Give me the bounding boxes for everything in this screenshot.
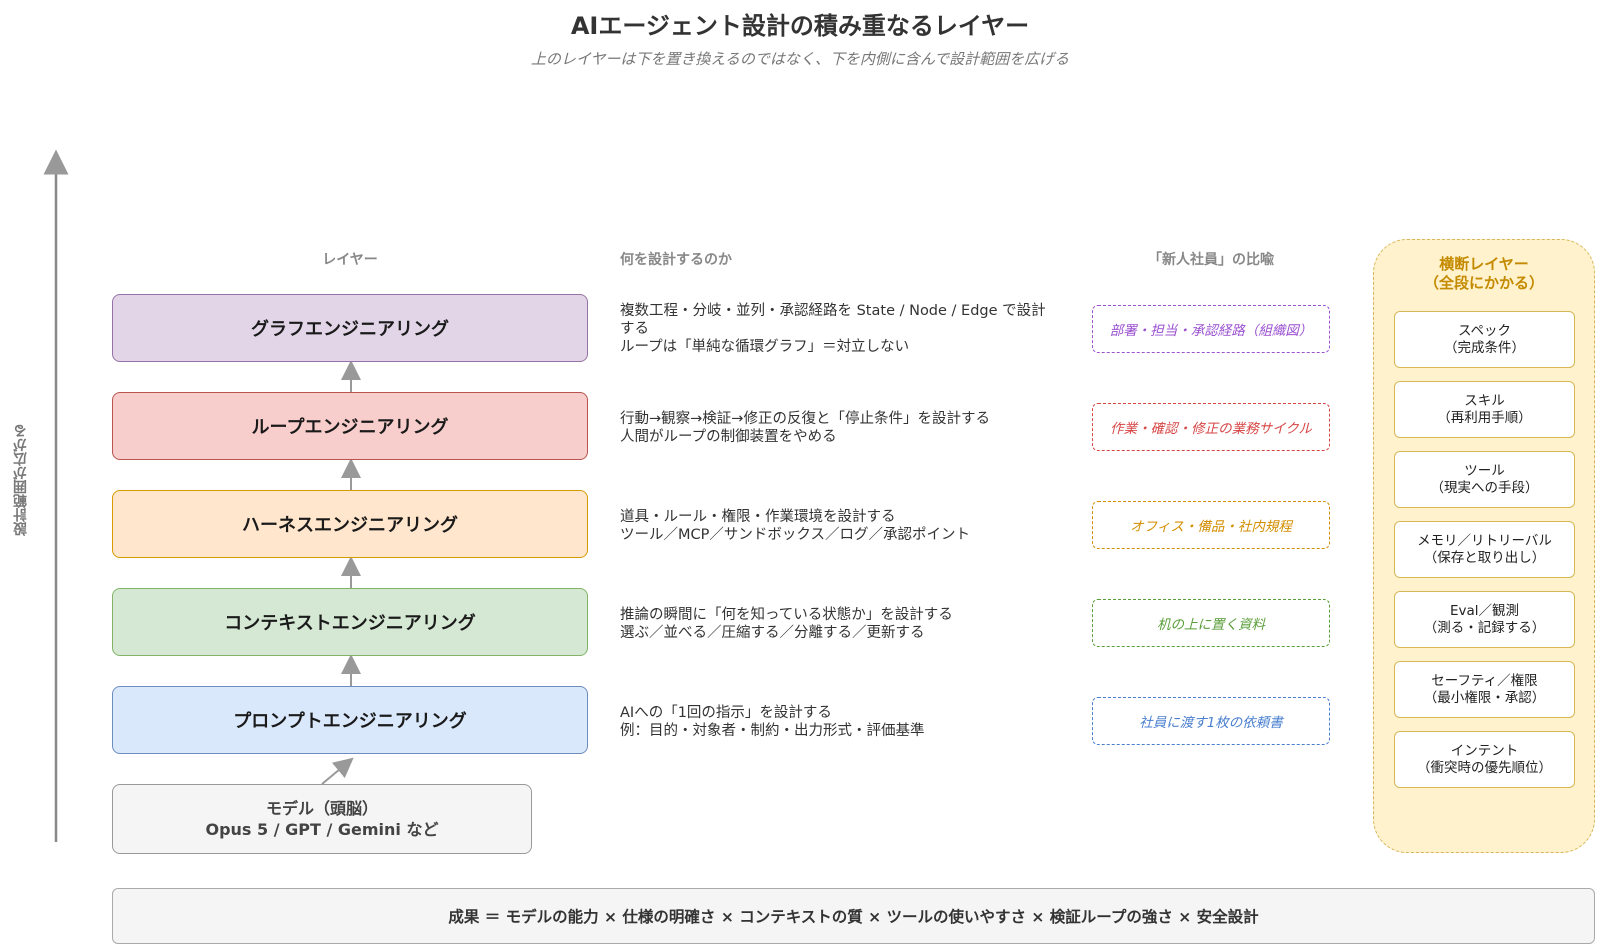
cross-item-sub: （保存と取り出し）: [1423, 549, 1546, 566]
metaphor-harness: オフィス・備品・社内規程: [1092, 501, 1330, 549]
desc-line: 道具・ルール・権限・作業環境を設計する: [620, 509, 896, 525]
cross-item-name: インテント: [1450, 742, 1519, 759]
cross-item-name: ツール: [1464, 462, 1505, 479]
layer-box-prompt: プロンプトエンジニアリング: [112, 686, 588, 754]
cross-item-sub: （衝突時の優先順位）: [1417, 759, 1552, 776]
cross-item-sub: （再利用手順）: [1437, 409, 1532, 426]
desc-line: ツール／MCP／サンドボックス／ログ／承認ポイント: [620, 527, 970, 543]
column-header-layer: レイヤー: [322, 252, 378, 268]
cross-item-name: メモリ／リトリーバル: [1417, 532, 1552, 549]
layer-desc-graph: 複数工程・分岐・並列・承認経路を State / Node / Edge で設計…: [620, 302, 1060, 356]
result-formula: 成果 ＝ モデルの能力 × 仕様の明確さ × コンテキストの質 × ツールの使い…: [112, 888, 1595, 944]
model-examples: Opus 5 / GPT / Gemini など: [205, 820, 439, 839]
metaphor-prompt: 社員に渡す1枚の依頼書: [1092, 697, 1330, 745]
cross-item-sub: （最小権限・承認）: [1423, 689, 1546, 706]
layer-desc-harness: 道具・ルール・権限・作業環境を設計する ツール／MCP／サンドボックス／ログ／承…: [620, 508, 1060, 544]
desc-line: 選ぶ／並べる／圧縮する／分離する／更新する: [620, 625, 925, 641]
model-title: モデル（頭脳）: [265, 799, 378, 818]
layer-box-graph: グラフエンジニアリング: [112, 294, 588, 362]
layer-box-context: コンテキストエンジニアリング: [112, 588, 588, 656]
desc-line: 人間がループの制御装置をやめる: [620, 429, 837, 445]
desc-line: する: [620, 321, 649, 337]
cross-layer-title: 横断レイヤー （全段にかかる）: [1373, 255, 1595, 293]
column-header-metaphor: 「新人社員」の比喩: [1148, 252, 1274, 268]
layer-box-harness: ハーネスエンジニアリング: [112, 490, 588, 558]
metaphor-graph: 部署・担当・承認経路（組織図）: [1092, 305, 1330, 353]
cross-item-spec: スペック （完成条件）: [1394, 311, 1575, 368]
metaphor-loop: 作業・確認・修正の業務サイクル: [1092, 403, 1330, 451]
cross-item-sub: （現実への手段）: [1430, 479, 1539, 496]
cross-item-name: スペック: [1457, 322, 1512, 339]
cross-item-memory: メモリ／リトリーバル （保存と取り出し）: [1394, 521, 1575, 578]
cross-item-name: セーフティ／権限: [1431, 672, 1538, 689]
cross-item-safety: セーフティ／権限 （最小権限・承認）: [1394, 661, 1575, 718]
model-box: モデル（頭脳） Opus 5 / GPT / Gemini など: [112, 784, 532, 854]
layer-desc-prompt: AIへの「1回の指示」を設計する 例：目的・対象者・制約・出力形式・評価基準: [620, 704, 1060, 740]
cross-item-name: Eval／観測: [1449, 602, 1520, 619]
layer-desc-context: 推論の瞬間に「何を知っている状態か」を設計する 選ぶ／並べる／圧縮する／分離する…: [620, 606, 1060, 642]
desc-line: ループは「単純な循環グラフ」＝対立しない: [620, 339, 910, 355]
cross-item-name: スキル: [1464, 392, 1505, 409]
desc-line: 推論の瞬間に「何を知っている状態か」を設計する: [620, 607, 953, 623]
desc-line: AIへの「1回の指示」を設計する: [620, 705, 832, 721]
desc-line: 複数工程・分岐・並列・承認経路を State / Node / Edge で設計: [620, 303, 1046, 319]
cross-item-tool: ツール （現実への手段）: [1394, 451, 1575, 508]
cross-item-sub: （測る・記録する）: [1423, 619, 1546, 636]
cross-item-sub: （完成条件）: [1444, 339, 1525, 356]
cross-layer-title-sub: （全段にかかる）: [1423, 274, 1544, 292]
layer-box-loop: ループエンジニアリング: [112, 392, 588, 460]
axis-label: 設計範囲が広がる: [13, 424, 29, 536]
desc-line: 行動→観察→検証→修正の反復と「停止条件」を設計する: [620, 411, 990, 427]
layer-desc-loop: 行動→観察→検証→修正の反復と「停止条件」を設計する 人間がループの制御装置をや…: [620, 410, 1060, 446]
cross-item-intent: インテント （衝突時の優先順位）: [1394, 731, 1575, 788]
metaphor-context: 机の上に置く資料: [1092, 599, 1330, 647]
cross-layer-title-main: 横断レイヤー: [1439, 255, 1529, 273]
cross-item-skill: スキル （再利用手順）: [1394, 381, 1575, 438]
model-arrow: [321, 757, 354, 785]
cross-item-eval: Eval／観測 （測る・記録する）: [1394, 591, 1575, 648]
column-header-what: 何を設計するのか: [620, 252, 732, 268]
desc-line: 例：目的・対象者・制約・出力形式・評価基準: [620, 723, 925, 739]
